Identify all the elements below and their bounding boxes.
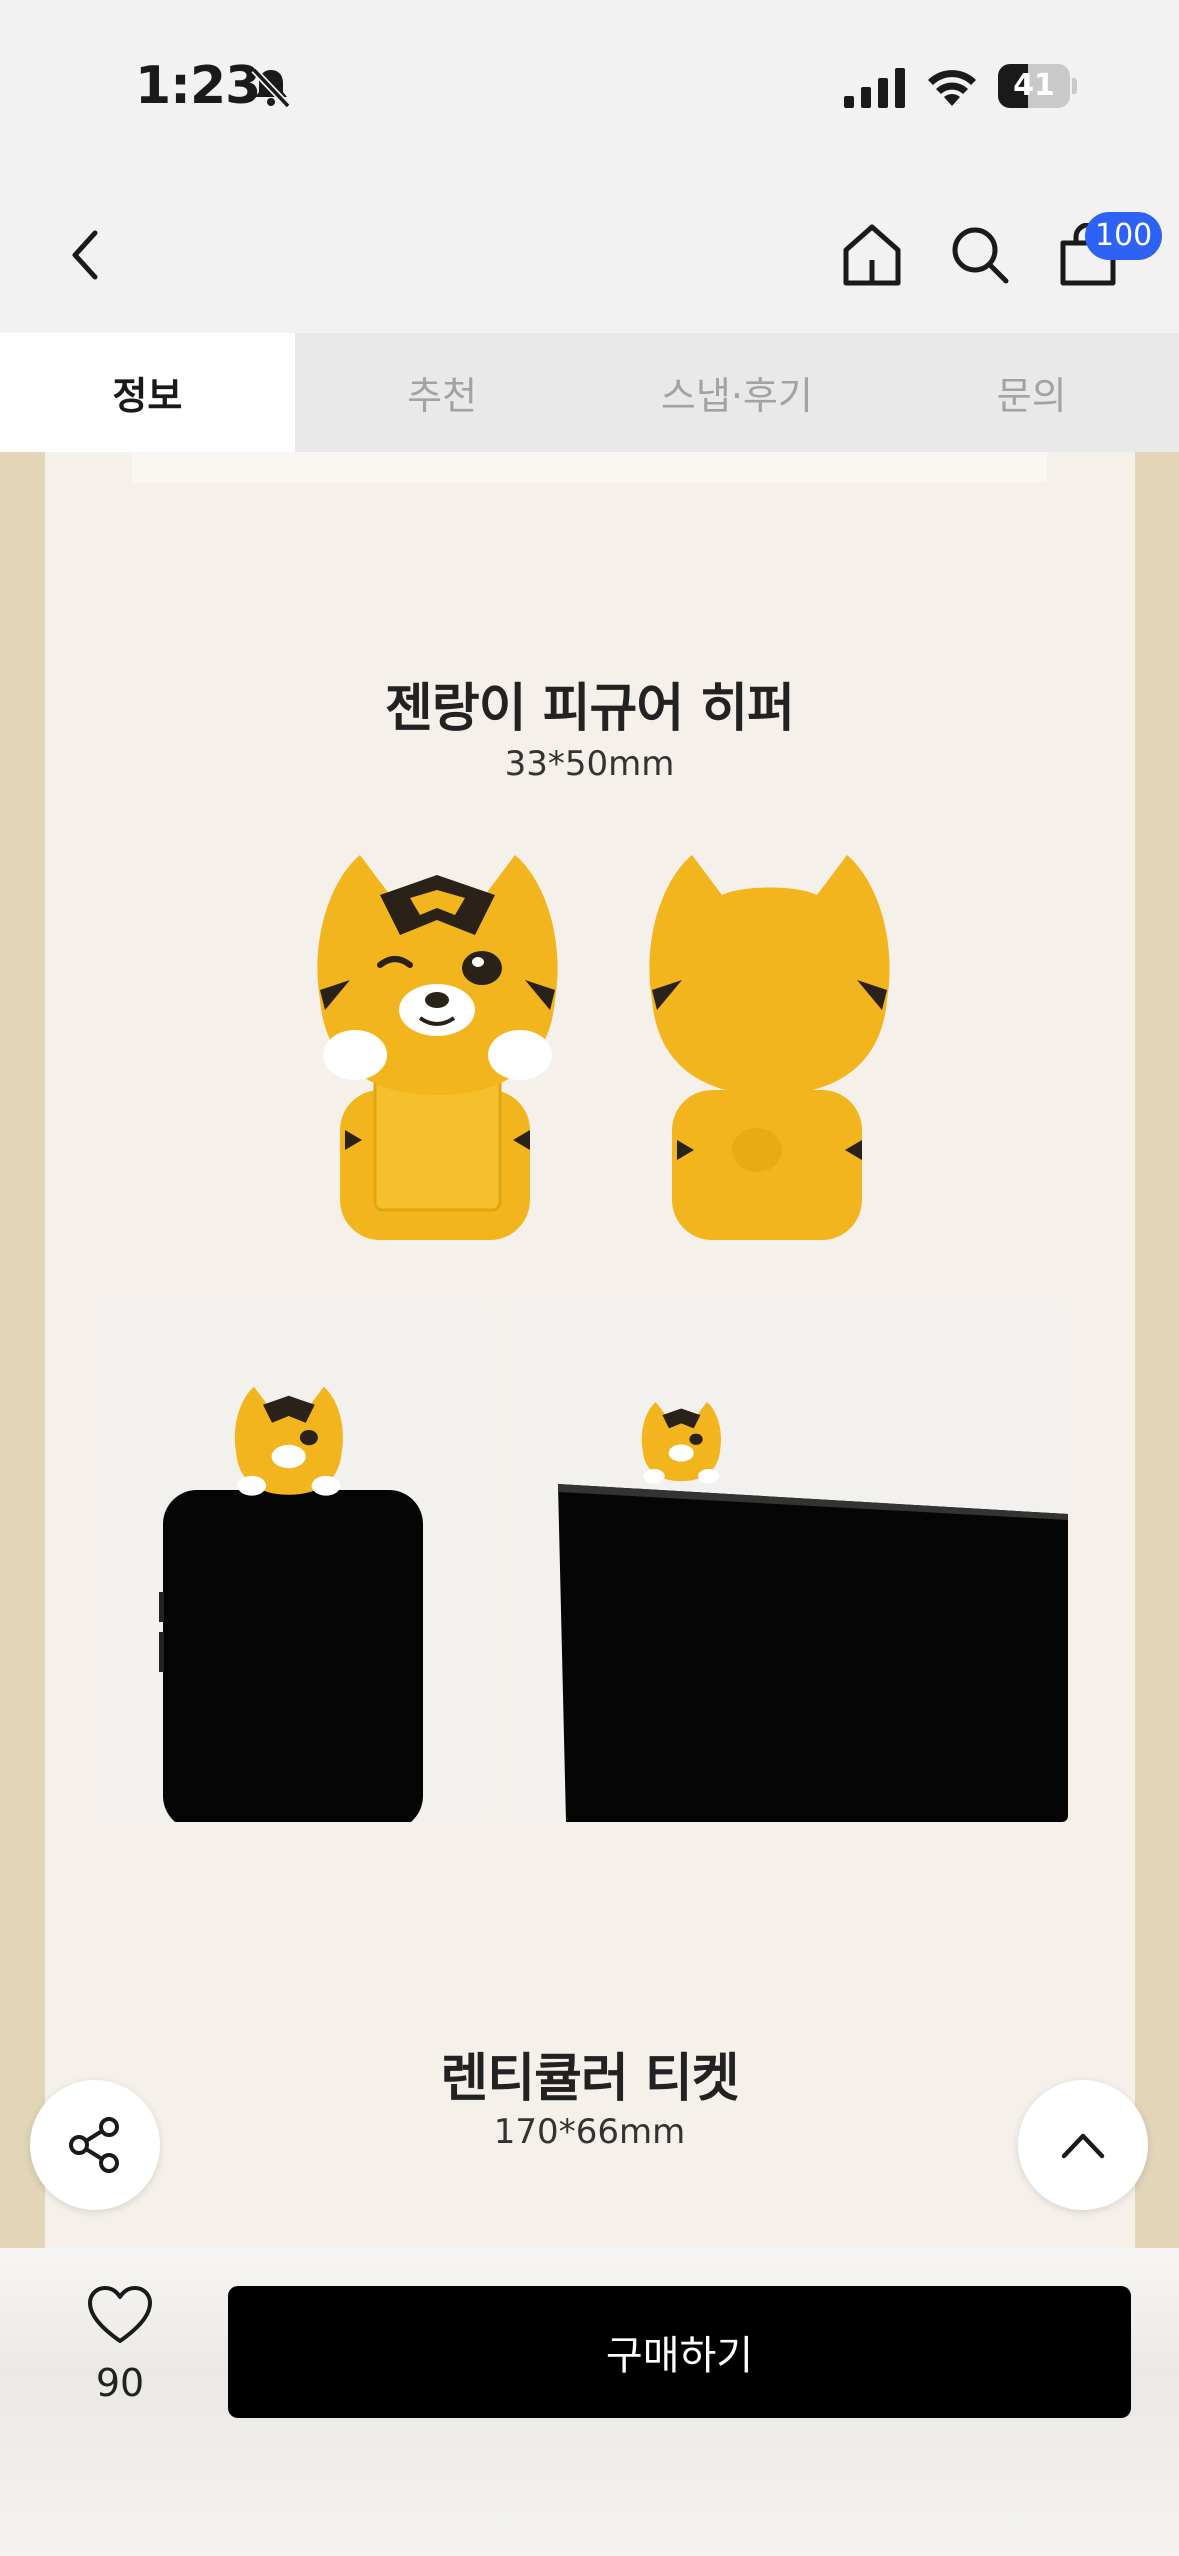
monitor-usage-photo	[508, 1302, 1068, 1822]
monitor-with-figure-image	[558, 1401, 1068, 1822]
wifi-icon	[928, 70, 976, 106]
cart-count-badge: 100	[1085, 212, 1163, 260]
buy-button[interactable]: 구매하기	[228, 2286, 1131, 2418]
product-tabs: 정보 추천 스냅·후기 문의	[0, 333, 1179, 452]
tab-recommend[interactable]: 추천	[295, 333, 590, 452]
like-button[interactable]: 90	[70, 2285, 170, 2415]
heart-icon	[88, 2286, 152, 2343]
signal-icon	[844, 68, 905, 108]
search-button[interactable]	[940, 215, 1020, 295]
battery-icon: 41	[998, 64, 1077, 108]
tab-snap-review[interactable]: 스냅·후기	[590, 333, 885, 452]
phone-with-figure-image	[159, 1386, 423, 1822]
chevron-left-icon	[72, 230, 98, 280]
section-divider	[132, 452, 1047, 482]
share-icon	[69, 2117, 119, 2173]
tab-info[interactable]: 정보	[0, 333, 295, 452]
bell-slash-icon	[251, 67, 291, 109]
phone-usage-photo	[95, 1302, 490, 1822]
tiger-figure-front-image	[317, 855, 558, 1240]
status-bar: 1:23 41	[0, 0, 1179, 175]
status-time: 1:23	[135, 56, 261, 116]
home-button[interactable]	[832, 215, 912, 295]
scroll-to-top-button[interactable]	[1018, 2080, 1148, 2210]
product-title: 젠랑이 피규어 히퍼	[385, 679, 795, 739]
home-icon	[843, 224, 901, 286]
search-icon	[952, 227, 1009, 284]
battery-percent: 41	[1013, 68, 1055, 103]
product-title: 렌티큘러 티켓	[440, 2049, 739, 2109]
tab-inquiry[interactable]: 문의	[884, 333, 1179, 452]
tiger-figure-back-image	[649, 855, 890, 1240]
share-button[interactable]	[30, 2080, 160, 2210]
like-count: 90	[95, 2361, 145, 2405]
navigation-bar	[0, 175, 1179, 333]
product-size: 33*50mm	[504, 744, 675, 784]
chevron-up-icon	[1061, 2133, 1105, 2159]
product-size: 170*66mm	[493, 2112, 686, 2152]
back-button[interactable]	[45, 215, 125, 295]
